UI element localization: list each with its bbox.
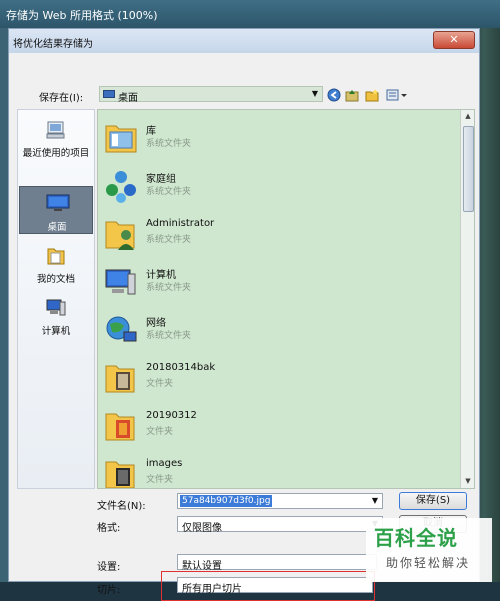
computer-icon — [104, 264, 138, 300]
format-label: 格式: — [97, 523, 121, 534]
list-item[interactable]: 计算机 系统文件夹 — [98, 258, 458, 306]
watermark-title: 百科全说 — [374, 526, 458, 550]
dialog-body: 保存在(I): 桌面 ▼ 最近使用的项目 桌面 我的文档 计算机 库 系统文件夹… — [9, 53, 479, 601]
filename-input[interactable]: 57a84b907d3f0.jpg ▼ — [177, 493, 383, 509]
file-type: 文件夹 — [146, 427, 174, 437]
network-icon — [104, 312, 138, 348]
save-in-value: 桌面 — [118, 93, 138, 104]
watermark-subtitle: 助你轻松解决 — [386, 556, 471, 570]
place-label: 桌面 — [47, 222, 67, 233]
close-button[interactable]: ✕ — [433, 31, 475, 49]
folder-icon — [104, 408, 138, 444]
place-documents[interactable]: 我的文档 — [19, 242, 93, 286]
list-item[interactable]: images 文件夹 — [98, 450, 458, 488]
file-name: 20180314bak — [146, 362, 216, 373]
app-title: 存储为 Web 所用格式 (100%) — [6, 9, 158, 22]
list-item[interactable]: Administrator 系统文件夹 — [98, 210, 458, 258]
dialog-title-bar: 将优化结果存储为 ✕ — [9, 29, 479, 53]
file-name: 库 — [146, 126, 156, 137]
place-recent-items[interactable]: 最近使用的项目 — [19, 116, 93, 160]
folder-icon — [104, 456, 138, 488]
place-label: 计算机 — [41, 326, 71, 337]
file-type: 文件夹 — [146, 475, 174, 485]
place-label: 最近使用的项目 — [22, 148, 90, 159]
format-value: 仅限图像 — [182, 523, 222, 534]
file-type: 系统文件夹 — [146, 283, 192, 293]
list-item[interactable]: 20190312 文件夹 — [98, 402, 458, 450]
place-label: 我的文档 — [36, 274, 75, 285]
desktop-icon — [46, 193, 70, 213]
file-name: 家庭组 — [146, 174, 176, 185]
app-title-bar: 存储为 Web 所用格式 (100%) — [0, 0, 500, 28]
homegroup-icon — [104, 168, 138, 204]
filename-value: 57a84b907d3f0.jpg — [180, 495, 273, 507]
file-type: 系统文件夹 — [146, 139, 192, 149]
settings-label: 设置: — [97, 562, 121, 573]
file-type: 系统文件夹 — [146, 331, 192, 341]
chevron-down-icon[interactable]: ▼ — [368, 494, 382, 508]
format-select[interactable]: 仅限图像 ▼ — [177, 516, 383, 534]
documents-icon — [45, 246, 67, 266]
recent-items-icon — [45, 120, 67, 140]
chevron-down-icon[interactable]: ▼ — [308, 87, 322, 101]
slices-select[interactable]: 所有用户切片 — [177, 577, 373, 595]
settings-value: 默认设置 — [182, 561, 222, 572]
scroll-down-icon[interactable]: ▼ — [461, 475, 474, 487]
user-folder-icon — [104, 216, 138, 252]
list-item[interactable]: 网络 系统文件夹 — [98, 306, 458, 354]
file-list: 库 系统文件夹 家庭组 系统文件夹 Administrator 系统文件夹 计算… — [97, 109, 475, 489]
filename-label: 文件名(N): — [97, 501, 146, 512]
file-type: 系统文件夹 — [146, 187, 192, 197]
up-folder-icon[interactable] — [345, 88, 359, 102]
scrollbar-thumb[interactable] — [463, 126, 474, 212]
settings-select[interactable]: 默认设置 — [177, 554, 377, 572]
new-folder-icon[interactable] — [365, 88, 379, 102]
file-name: Administrator — [146, 218, 215, 229]
computer-icon — [45, 298, 67, 318]
file-name: images — [146, 458, 183, 469]
list-item[interactable]: 库 系统文件夹 — [98, 114, 458, 162]
library-icon — [104, 120, 138, 156]
save-dialog: 将优化结果存储为 ✕ 保存在(I): 桌面 ▼ 最近使用的项目 桌面 我的文档 … — [8, 28, 480, 601]
file-name: 网络 — [146, 318, 166, 329]
background-left — [0, 28, 8, 582]
file-name: 20190312 — [146, 410, 197, 421]
save-in-label: 保存在(I): — [39, 93, 84, 104]
scroll-up-icon[interactable]: ▲ — [461, 110, 474, 122]
save-button[interactable]: 保存(S) — [399, 492, 467, 510]
slices-value: 所有用户切片 — [182, 584, 242, 595]
place-desktop[interactable]: 桌面 — [19, 186, 93, 234]
save-in-dropdown[interactable]: 桌面 ▼ — [99, 86, 323, 104]
file-list-scrollbar[interactable]: ▲ ▼ — [460, 110, 474, 488]
place-computer[interactable]: 计算机 — [19, 294, 93, 338]
slices-label: 切片: — [97, 585, 121, 596]
places-bar: 最近使用的项目 桌面 我的文档 计算机 — [17, 109, 95, 489]
back-icon[interactable] — [327, 88, 341, 102]
view-menu-icon[interactable] — [385, 88, 411, 102]
list-item[interactable]: 家庭组 系统文件夹 — [98, 162, 458, 210]
list-item[interactable]: 20180314bak 文件夹 — [98, 354, 458, 402]
desktop-icon — [103, 90, 115, 98]
file-type: 系统文件夹 — [146, 235, 192, 245]
file-type: 文件夹 — [146, 379, 174, 389]
file-name: 计算机 — [146, 270, 176, 281]
folder-icon — [104, 360, 138, 396]
dialog-title: 将优化结果存储为 — [13, 39, 93, 50]
